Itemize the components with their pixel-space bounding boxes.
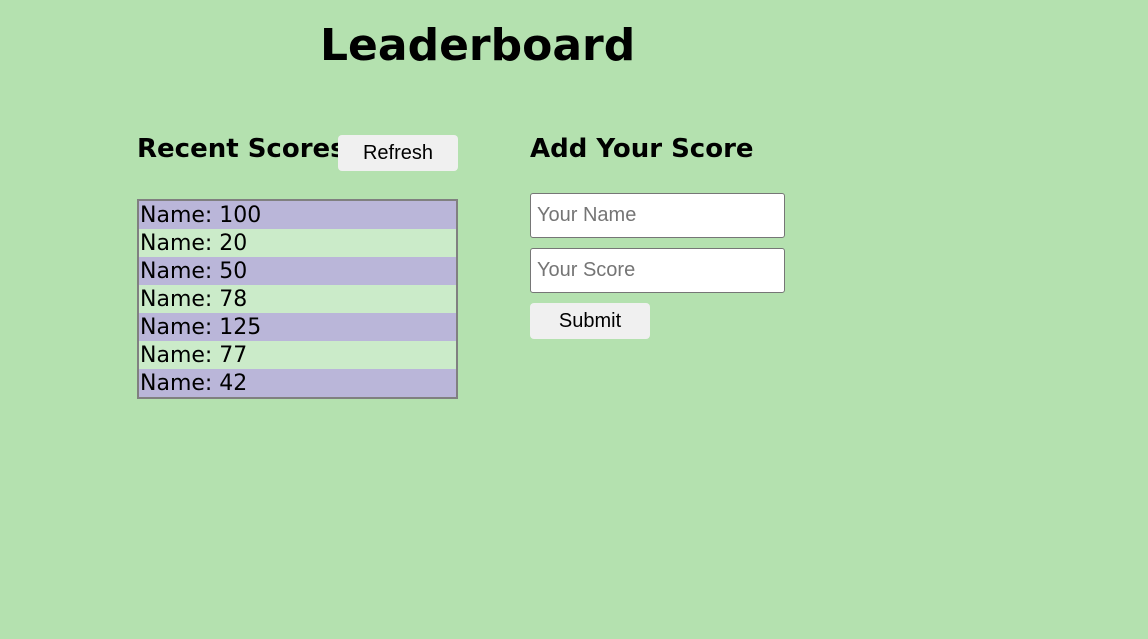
score-list-item: Name: 77 [139,341,456,369]
score-list-item: Name: 100 [139,201,456,229]
score-list-item: Name: 42 [139,369,456,397]
recent-scores-heading: Recent Scores [137,134,346,164]
page-title: Leaderboard [320,20,636,71]
add-score-heading: Add Your Score [530,134,754,164]
refresh-button[interactable]: Refresh [338,135,458,171]
submit-button[interactable]: Submit [530,303,650,339]
score-list-item: Name: 78 [139,285,456,313]
leaderboard-page: Leaderboard Recent Scores Refresh Name: … [0,0,1148,639]
score-list-item: Name: 50 [139,257,456,285]
score-input[interactable] [530,248,785,293]
score-list-item: Name: 125 [139,313,456,341]
score-list: Name: 100 Name: 20 Name: 50 Name: 78 Nam… [137,199,458,399]
name-input[interactable] [530,193,785,238]
score-list-item: Name: 20 [139,229,456,257]
